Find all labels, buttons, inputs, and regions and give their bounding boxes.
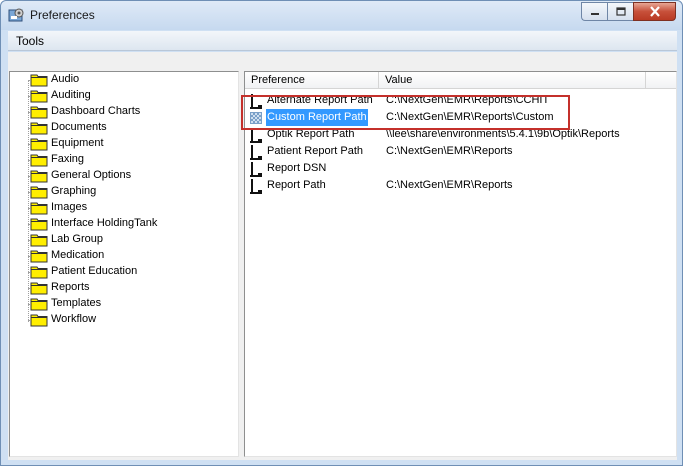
folder-icon [30,90,48,103]
setting-icon [250,162,262,177]
title-bar[interactable]: Preferences [1,1,682,30]
preference-row[interactable]: Report DSN [245,160,676,177]
tree-item-label: Reports [51,281,90,293]
preference-row[interactable]: Patient Report Path C:\NextGen\EMR\Report… [245,143,676,160]
folder-icon [30,202,48,215]
folder-icon [30,106,48,119]
column-header-filler [646,72,676,89]
tree-item-label: Lab Group [51,233,103,245]
tree-item[interactable]: Graphing [10,184,238,200]
minimize-icon [590,12,599,15]
folder-icon [30,250,48,263]
tree-item-label: Medication [51,249,105,261]
preference-row[interactable]: Report Path C:\NextGen\EMR\Reports [245,177,676,194]
preference-value: C:\NextGen\EMR\Reports [386,145,513,157]
folder-icon [30,282,48,295]
setting-icon [250,179,262,194]
tree-item[interactable]: General Options [10,168,238,184]
category-tree[interactable]: Audio Auditing Dashboard Charts Documents Eq… [9,71,239,457]
tree-item[interactable]: Faxing [10,152,238,168]
preference-value: C:\NextGen\EMR\Reports [386,179,513,191]
tree-item[interactable]: Medication [10,248,238,264]
folder-icon [30,138,48,151]
tree-item-label: Patient Education [51,265,138,277]
tree-item[interactable]: Workflow [10,312,238,328]
folder-icon [30,154,48,167]
folder-icon [30,122,48,135]
column-header-preference[interactable]: Preference [245,72,379,89]
tree-item-label: Images [51,201,88,213]
preference-name: Patient Report Path [267,145,364,157]
tree-item-label: Graphing [51,185,97,197]
folder-icon [30,74,48,87]
minimize-button[interactable] [581,2,607,21]
tree-item-label: Audio [51,73,80,85]
toolbar-strip [8,52,677,70]
folder-icon [30,170,48,183]
tree-item[interactable]: Interface HoldingTank [10,216,238,232]
tree-item[interactable]: Images [10,200,238,216]
folder-icon [30,298,48,311]
maximize-button[interactable] [607,2,633,21]
menu-tools[interactable]: Tools [16,34,44,48]
folder-icon [30,234,48,247]
app-icon [8,8,24,22]
folder-icon [30,218,48,231]
window-title: Preferences [30,8,95,22]
tree-item[interactable]: Reports [10,280,238,296]
close-button[interactable] [633,2,676,21]
folder-icon [30,314,48,327]
list-header: Preference Value [245,72,676,89]
tree-item-label: Documents [51,121,107,133]
tree-item[interactable]: Auditing [10,88,238,104]
tree-item[interactable]: Equipment [10,136,238,152]
tree-item-label: Dashboard Charts [51,105,141,117]
menu-bar: Tools [8,31,677,51]
setting-icon [250,145,262,160]
tree-item-label: Templates [51,297,102,309]
tree-item[interactable]: Audio [10,72,238,88]
tree-item[interactable]: Templates [10,296,238,312]
preference-name: Report DSN [267,162,327,174]
maximize-icon [615,7,626,16]
folder-icon [30,266,48,279]
preference-name: Report Path [267,179,326,191]
close-icon [649,6,660,17]
annotation-highlight-box [241,95,570,130]
folder-icon [30,186,48,199]
column-header-value[interactable]: Value [379,72,646,89]
tree-item-label: General Options [51,169,132,181]
tree-item[interactable]: Lab Group [10,232,238,248]
tree-item[interactable]: Documents [10,120,238,136]
tree-item[interactable]: Patient Education [10,264,238,280]
tree-item-label: Auditing [51,89,91,101]
tree-item-label: Equipment [51,137,104,149]
tree-item[interactable]: Dashboard Charts [10,104,238,120]
tree-item-label: Interface HoldingTank [51,217,158,229]
tree-item-label: Faxing [51,153,85,165]
tree-item-label: Workflow [51,313,97,325]
